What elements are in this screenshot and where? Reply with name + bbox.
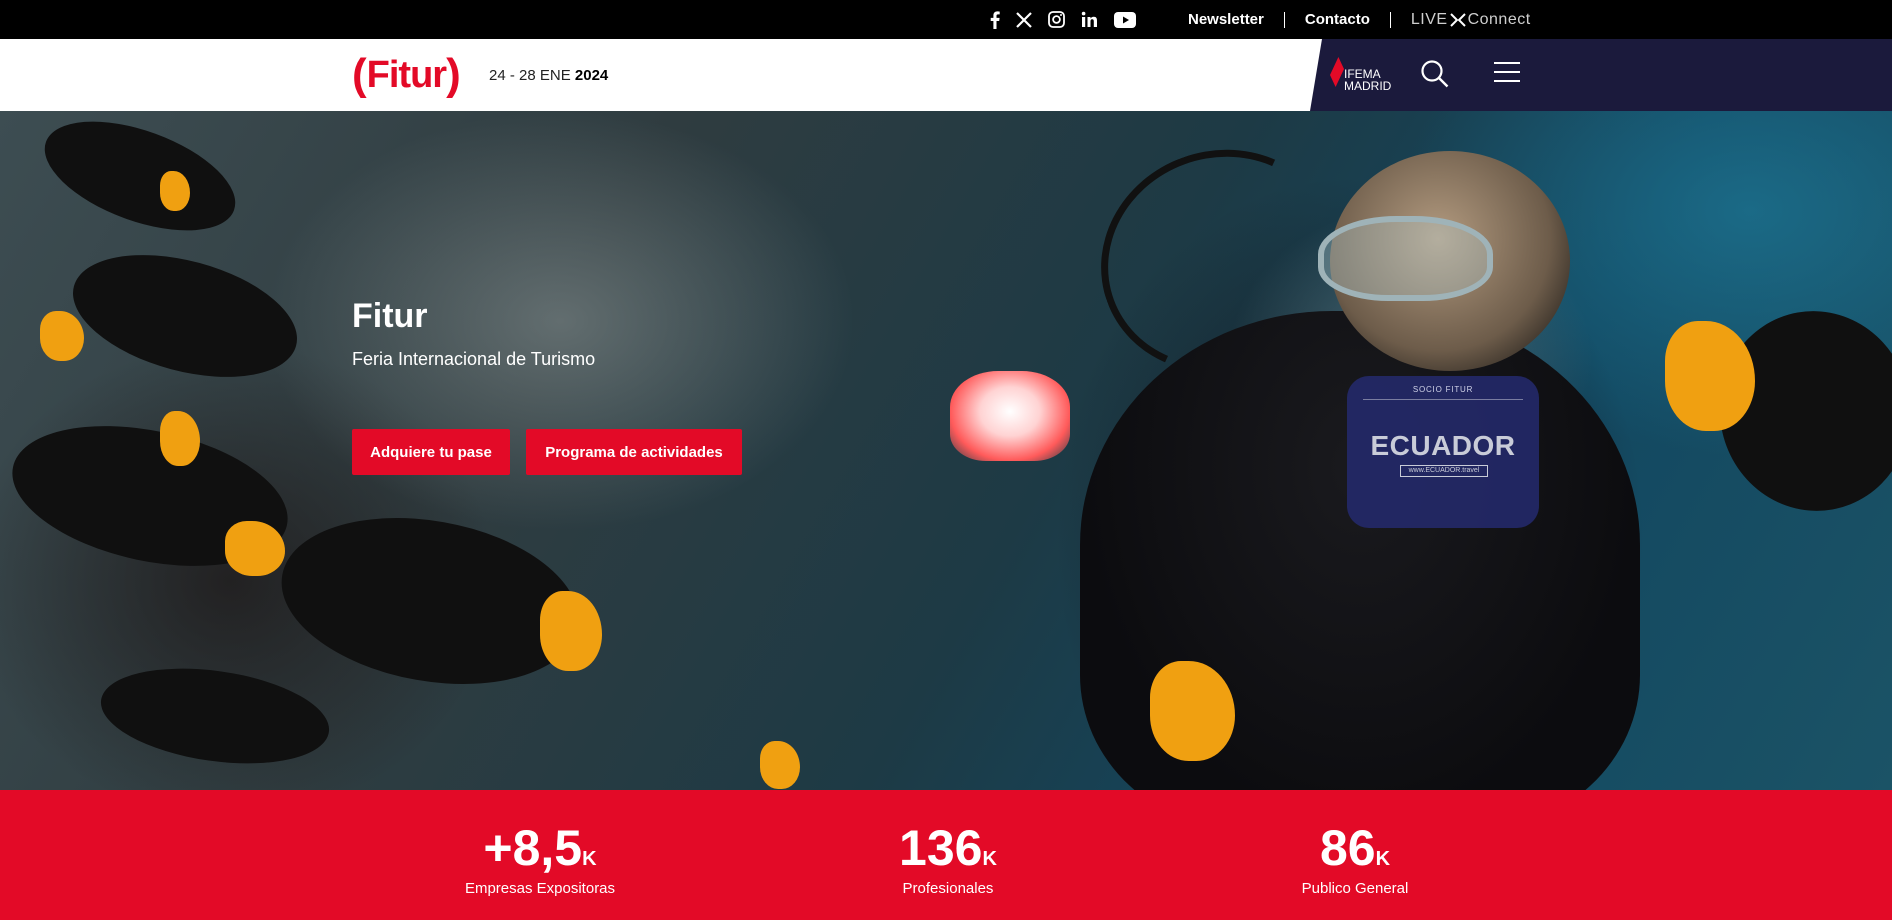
stat-value: 86 [1319,820,1376,876]
hero-title: Fitur [352,297,428,335]
facebook-icon[interactable] [990,9,1000,31]
fish-image [30,111,250,253]
menu-bar-icon [1494,80,1520,82]
sponsor-label: SOCIO FITUR [1412,385,1474,394]
sponsor-badge[interactable]: SOCIO FITUR ECUADOR www.ECUADOR.travel [1347,376,1539,528]
logo-paren-right-icon: ) [446,50,461,99]
fitur-logo[interactable]: ( Fitur ) [352,50,461,99]
menu-bar-icon [1494,71,1520,73]
ifema-line2: MADRID [1344,79,1392,93]
fish-fin-image [1665,321,1755,431]
dive-torch-image [950,371,1070,461]
sponsor-divider [1363,399,1523,400]
stat-value: 136 [899,820,983,876]
live-connect-right: Connect [1467,10,1531,28]
contact-link[interactable]: Contacto [1285,11,1391,28]
menu-bar-icon [1494,62,1520,64]
fish-fin-image [760,741,800,789]
live-connect-link[interactable]: LIVE Connect [1391,11,1531,29]
stat-exhibitors: +8,5K Empresas Expositoras [440,820,640,897]
hero-banner: Fitur Feria Internacional de Turismo Adq… [0,111,1892,790]
fish-image [94,655,336,777]
social-links [990,0,1136,39]
stat-unit: K [582,848,597,870]
stat-label: Empresas Expositoras [464,880,616,897]
stat-unit: K [982,848,997,870]
x-icon[interactable] [1016,9,1032,31]
top-bar: Newsletter Contacto LIVE Connect [0,0,1892,39]
logo-wordmark: Fitur [366,53,447,96]
fish-fin-image [40,311,84,361]
event-dates: 24 - 28 ENE 2024 [489,67,608,84]
activities-program-button[interactable]: Programa de actividades [526,429,742,475]
menu-button[interactable] [1494,62,1520,86]
stats-band: +8,5K Empresas Expositoras 136K Profesio… [0,790,1892,920]
search-icon [1421,60,1449,88]
header-dark-panel [1310,39,1892,111]
sponsor-brand: ECUADOR [1370,430,1516,461]
live-connect-mark-icon [1449,12,1466,27]
fish-fin-image [160,411,200,466]
diver-mask-image [1318,216,1493,301]
stat-label: Publico General [1301,880,1409,897]
stat-unit: K [1375,848,1391,870]
fish-fin-image [540,591,602,671]
stat-label: Profesionales [902,880,994,897]
logo-paren-left-icon: ( [352,50,367,99]
buy-pass-button[interactable]: Adquiere tu pase [352,429,510,475]
hero-subtitle: Feria Internacional de Turismo [352,349,596,369]
instagram-icon[interactable] [1048,9,1065,31]
sponsor-url: www.ECUADOR.travel [1400,465,1488,477]
ifema-madrid-logo[interactable]: IFEMA MADRID [1330,55,1392,97]
search-button[interactable] [1420,59,1452,91]
newsletter-link[interactable]: Newsletter [1188,11,1285,28]
stat-general-public: 86K Publico General [1255,820,1455,897]
live-connect-left: LIVE [1410,10,1448,28]
top-links: Newsletter Contacto LIVE Connect [1188,0,1531,39]
youtube-icon[interactable] [1114,9,1136,31]
linkedin-icon[interactable] [1081,9,1098,31]
event-dates-range: 24 - 28 ENE [489,67,571,84]
fish-image [59,233,311,399]
event-dates-year: 2024 [574,67,609,84]
stat-professionals: 136K Profesionales [848,820,1048,897]
site-header: ( Fitur ) 24 - 28 ENE 2024 IFEMA MADRID [0,39,1892,111]
ifema-flame-icon [1330,57,1344,87]
fish-fin-image [160,171,190,211]
stat-value: +8,5 [483,820,583,876]
fish-image [268,496,592,706]
